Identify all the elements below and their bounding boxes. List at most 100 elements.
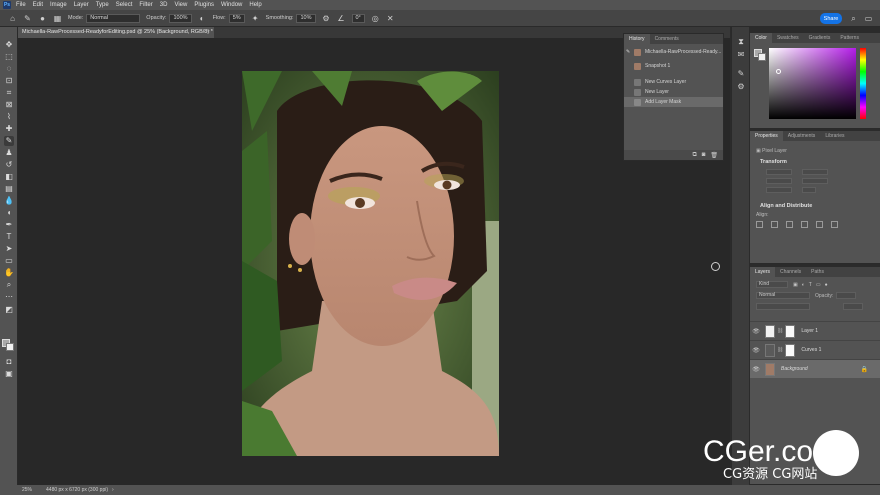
layer-kind-filter[interactable]: Kind xyxy=(756,281,788,288)
layer-mask-thumbnail[interactable] xyxy=(785,343,796,357)
history-brush-tool-icon[interactable]: ↺ xyxy=(4,160,14,170)
mode-select[interactable]: Normal xyxy=(86,13,141,23)
lock-icon[interactable]: 🔒 xyxy=(861,366,868,373)
menu-filter[interactable]: Filter xyxy=(139,2,152,8)
menu-layer[interactable]: Layer xyxy=(74,2,89,8)
angle-icon[interactable]: ∠ xyxy=(337,14,346,23)
hand-tool-icon[interactable]: ✋ xyxy=(4,268,14,278)
more-tools-icon[interactable]: ⋯ xyxy=(4,292,14,302)
frame-tool-icon[interactable]: ⊠ xyxy=(4,100,14,110)
link-chain-icon[interactable]: ⛓ xyxy=(777,347,783,353)
brush-panel-icon[interactable]: ✎ xyxy=(736,69,746,79)
color-picker-marker[interactable] xyxy=(776,69,781,74)
layer-mask-thumbnail[interactable] xyxy=(785,324,796,338)
layer-row[interactable]: 👁 Background 🔒 xyxy=(750,359,880,378)
search-icon[interactable]: ⌕ xyxy=(849,14,858,23)
tab-color[interactable]: Color xyxy=(750,33,772,43)
path-select-tool-icon[interactable]: ➤ xyxy=(4,244,14,254)
filter-adjustment-icon[interactable]: ◐ xyxy=(802,282,805,288)
type-tool-icon[interactable]: T xyxy=(4,232,14,242)
history-item[interactable]: Add Layer Mask xyxy=(624,97,723,107)
object-select-tool-icon[interactable]: ⊡ xyxy=(4,76,14,86)
tab-comments[interactable]: Comments xyxy=(650,34,684,44)
history-brush-source-icon[interactable]: ✎ xyxy=(626,49,634,55)
color-background-swatch[interactable] xyxy=(758,53,766,61)
quick-mask-icon[interactable]: ◘ xyxy=(4,357,14,367)
menu-file[interactable]: File xyxy=(16,2,26,8)
tab-patterns[interactable]: Patterns xyxy=(835,33,864,43)
menu-window[interactable]: Window xyxy=(221,2,242,8)
visibility-eye-icon[interactable]: 👁 xyxy=(750,347,762,354)
angle-field[interactable]: 0° xyxy=(351,13,365,23)
new-document-from-state-icon[interactable]: ⧉ xyxy=(692,152,696,159)
align-center-icon[interactable] xyxy=(771,220,778,228)
smoothing-settings-icon[interactable]: ⚙ xyxy=(322,14,331,23)
camera-snapshot-icon[interactable]: ◙ xyxy=(702,152,706,158)
menu-view[interactable]: View xyxy=(174,2,187,8)
chevron-right-icon[interactable]: › xyxy=(112,487,114,493)
menu-plugins[interactable]: Plugins xyxy=(194,2,214,8)
share-button[interactable]: Share xyxy=(820,13,842,24)
adjustments-panel-icon[interactable]: ⚙ xyxy=(736,82,746,92)
history-item[interactable]: New Curves Layer xyxy=(624,77,723,87)
close-icon[interactable]: × xyxy=(207,27,210,38)
align-left-icon[interactable] xyxy=(756,220,763,228)
height-field[interactable] xyxy=(766,177,792,184)
x-field[interactable] xyxy=(802,168,828,175)
workspace-icon[interactable]: ▭ xyxy=(864,14,873,23)
history-item[interactable]: Snapshot 1 xyxy=(624,61,723,71)
history-item[interactable]: New Layer xyxy=(624,87,723,97)
document-tab[interactable]: Michaella-RawProcessed-ReadyforEditing.p… xyxy=(18,27,214,38)
filter-pixel-icon[interactable]: ▣ xyxy=(793,282,798,288)
comments-panel-icon[interactable]: ✉ xyxy=(736,50,746,60)
home-icon[interactable]: ⌂ xyxy=(8,14,17,23)
link-chain-icon[interactable]: ⛓ xyxy=(777,328,783,334)
filter-type-icon[interactable]: T xyxy=(809,282,812,288)
layer-opacity-field[interactable] xyxy=(836,292,857,299)
flow-field[interactable]: 5% xyxy=(228,13,245,23)
tab-paths[interactable]: Paths xyxy=(806,267,829,277)
filter-shape-icon[interactable]: ▭ xyxy=(816,282,821,288)
pressure-opacity-icon[interactable]: ◐ xyxy=(198,14,207,23)
layer-row[interactable]: 👁 ⛓ Layer 1 xyxy=(750,321,880,340)
brush-preset-icon[interactable]: ✎ xyxy=(23,14,32,23)
color-picker-field[interactable] xyxy=(769,48,856,119)
filter-toggle-icon[interactable]: ● xyxy=(825,282,828,288)
dodge-tool-icon[interactable]: ◖ xyxy=(4,208,14,218)
clone-stamp-tool-icon[interactable]: ♟ xyxy=(4,148,14,158)
align-middle-icon[interactable] xyxy=(816,220,823,228)
tab-adjustments[interactable]: Adjustments xyxy=(783,131,821,141)
brush-size-icon[interactable]: ● xyxy=(38,14,47,23)
y-field[interactable] xyxy=(802,177,828,184)
align-right-icon[interactable] xyxy=(786,220,793,228)
screen-mode-icon[interactable]: ▣ xyxy=(4,369,14,379)
rectangle-tool-icon[interactable]: ▭ xyxy=(4,256,14,266)
smoothing-field[interactable]: 10% xyxy=(296,13,316,23)
fill-field[interactable] xyxy=(843,303,863,310)
menu-select[interactable]: Select xyxy=(116,2,133,8)
history-panel-icon[interactable]: ⧗ xyxy=(736,37,746,47)
opacity-field[interactable]: 100% xyxy=(169,13,192,23)
lock-options[interactable] xyxy=(756,303,810,310)
visibility-eye-icon[interactable]: 👁 xyxy=(750,366,762,373)
healing-brush-tool-icon[interactable]: ✚ xyxy=(4,124,14,134)
menu-image[interactable]: Image xyxy=(50,2,67,8)
zoom-level[interactable]: 25% xyxy=(22,487,32,493)
history-item[interactable]: ✎ Michaella-RawProcessed-Ready... xyxy=(624,47,723,57)
default-colors-icon[interactable]: ◩ xyxy=(4,305,14,315)
airbrush-icon[interactable]: ✦ xyxy=(251,14,260,23)
pen-tool-icon[interactable]: ✒ xyxy=(4,220,14,230)
menu-type[interactable]: Type xyxy=(96,2,109,8)
tab-history[interactable]: History xyxy=(624,34,650,44)
tab-properties[interactable]: Properties xyxy=(750,131,783,141)
menu-edit[interactable]: Edit xyxy=(33,2,43,8)
brush-settings-icon[interactable]: ▦ xyxy=(53,14,62,23)
angle-field[interactable] xyxy=(766,186,792,193)
zoom-tool-icon[interactable]: ⌕ xyxy=(4,280,14,290)
width-field[interactable] xyxy=(766,168,792,175)
background-color-swatch[interactable] xyxy=(6,343,14,351)
menu-help[interactable]: Help xyxy=(249,2,261,8)
tab-channels[interactable]: Channels xyxy=(775,267,806,277)
blur-tool-icon[interactable]: 💧 xyxy=(4,196,14,206)
trash-icon[interactable]: 🗑 xyxy=(710,152,718,159)
